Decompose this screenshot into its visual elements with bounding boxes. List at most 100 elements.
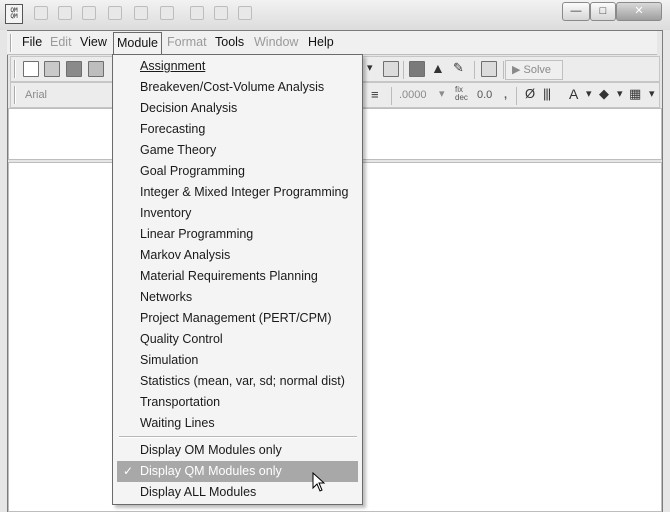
table-icon[interactable] — [409, 61, 425, 77]
menu-tools[interactable]: Tools — [215, 35, 244, 49]
module-item-mrp[interactable]: Material Requirements Planning — [117, 266, 358, 287]
module-item-decision-analysis[interactable]: Decision Analysis — [117, 98, 358, 119]
minimize-button[interactable]: — — [562, 2, 590, 21]
save-icon[interactable] — [66, 61, 82, 77]
solve-label: Solve — [523, 64, 552, 76]
display-option-label: Display ALL Modules — [140, 485, 257, 499]
module-item-transportation[interactable]: Transportation — [117, 392, 358, 413]
grid-icon[interactable] — [383, 61, 399, 77]
menu-separator — [119, 436, 357, 438]
toolbar-separator — [503, 61, 504, 79]
module-item-label: Inventory — [140, 206, 192, 220]
print-icon[interactable] — [88, 61, 104, 77]
toolbar-separator — [403, 61, 404, 79]
mouse-pointer-icon — [312, 472, 326, 492]
align-icon[interactable]: ≡ — [371, 87, 379, 102]
borders-icon[interactable]: ▦ — [629, 86, 641, 102]
solve-button[interactable]: ▶ Solve — [505, 60, 563, 80]
display-option-label: Display OM Modules only — [140, 443, 282, 457]
comma-button[interactable]: , — [504, 89, 507, 101]
module-item-breakeven[interactable]: Breakeven/Cost-Volume Analysis — [117, 77, 358, 98]
toolbar-grip — [14, 86, 16, 104]
module-item-label: Transportation — [140, 395, 221, 409]
module-item-waiting-lines[interactable]: Waiting Lines — [117, 413, 358, 434]
quick-access-icon — [214, 6, 228, 20]
module-item-goal-programming[interactable]: Goal Programming — [117, 161, 358, 182]
maximize-button[interactable]: □ — [590, 2, 616, 21]
module-item-networks[interactable]: Networks — [117, 287, 358, 308]
quick-access-icon — [190, 6, 204, 20]
dropdown-arrow-icon[interactable]: ▾ — [586, 87, 592, 100]
module-item-label: Project Management (PERT/CPM) — [140, 311, 332, 325]
new-file-icon[interactable] — [23, 61, 39, 77]
menu-file[interactable]: File — [22, 35, 42, 49]
maximize-icon: □ — [599, 5, 607, 17]
module-item-inventory[interactable]: Inventory — [117, 203, 358, 224]
quick-access-icon — [34, 6, 48, 20]
menu-view[interactable]: View — [80, 35, 107, 49]
module-item-assignment[interactable]: Assignment — [117, 56, 358, 77]
module-item-label: Waiting Lines — [140, 416, 215, 430]
title-bar: QM QM — □ ✕ — [0, 0, 670, 30]
toolbar-grip — [14, 60, 16, 78]
module-item-label: Material Requirements Planning — [140, 269, 318, 283]
module-item-simulation[interactable]: Simulation — [117, 350, 358, 371]
module-item-label: Breakeven/Cost-Volume Analysis — [140, 80, 325, 94]
font-name-select[interactable]: Arial — [25, 86, 125, 104]
open-folder-icon[interactable] — [44, 61, 60, 77]
dropdown-arrow-icon[interactable]: ▾ — [617, 87, 623, 100]
module-item-label: Networks — [140, 290, 193, 304]
menu-help[interactable]: Help — [308, 35, 334, 49]
menu-module[interactable]: Module — [113, 32, 162, 54]
number-format-select[interactable]: .0000 — [399, 89, 427, 101]
module-item-label: Integer & Mixed Integer Programming — [140, 185, 349, 199]
column-width-icon[interactable]: ||| — [543, 86, 551, 101]
print-icon — [134, 6, 148, 20]
module-item-label: Simulation — [140, 353, 199, 367]
module-item-quality-control[interactable]: Quality Control — [117, 329, 358, 350]
module-item-linear-programming[interactable]: Linear Programming — [117, 224, 358, 245]
module-item-label: Markov Analysis — [140, 248, 231, 262]
dropdown-arrow-icon[interactable]: ▾ — [367, 61, 373, 74]
module-item-label: Decision Analysis — [140, 101, 238, 115]
help-icon[interactable] — [481, 61, 497, 77]
module-item-game-theory[interactable]: Game Theory — [117, 140, 358, 161]
module-item-label: Statistics (mean, var, sd; normal dist) — [140, 374, 345, 388]
fill-color-icon[interactable]: ◆ — [599, 86, 609, 102]
decimal-button[interactable]: 0.0 — [477, 89, 492, 101]
zero-slash-icon[interactable]: Ø — [525, 86, 535, 101]
menubar-grip — [10, 34, 12, 52]
solve-arrow-icon: ▶ — [512, 64, 521, 76]
minimize-icon: — — [570, 5, 582, 17]
qm-app-icon[interactable]: QM QM — [5, 4, 23, 24]
quick-access-icon — [160, 6, 174, 20]
toolbar-separator — [391, 87, 392, 105]
toolbar-separator — [516, 87, 517, 105]
module-item-markov-analysis[interactable]: Markov Analysis — [117, 245, 358, 266]
dropdown-arrow-icon[interactable]: ▾ — [649, 87, 655, 100]
dropdown-arrow-icon[interactable]: ▾ — [439, 87, 445, 100]
fix-dec-button[interactable]: fix dec — [455, 86, 469, 102]
mountain-chart-icon[interactable]: ▲ — [431, 60, 445, 76]
close-icon: ✕ — [634, 5, 644, 17]
module-item-label: Assignment — [140, 59, 206, 73]
module-item-label: Forecasting — [140, 122, 206, 136]
font-color-icon[interactable]: A — [569, 86, 578, 102]
edit-pencil-icon[interactable]: ✎ — [453, 60, 464, 76]
display-om-modules-option[interactable]: Display OM Modules only — [117, 440, 358, 461]
module-item-integer-programming[interactable]: Integer & Mixed Integer Programming — [117, 182, 358, 203]
module-item-label: Game Theory — [140, 143, 217, 157]
quick-access-icon — [108, 6, 122, 20]
module-item-label: Linear Programming — [140, 227, 254, 241]
menu-format[interactable]: Format — [167, 35, 207, 49]
module-item-project-management[interactable]: Project Management (PERT/CPM) — [117, 308, 358, 329]
close-button[interactable]: ✕ — [616, 2, 662, 21]
quick-access-icon — [238, 6, 252, 20]
module-item-forecasting[interactable]: Forecasting — [117, 119, 358, 140]
menu-window[interactable]: Window — [254, 35, 298, 49]
module-item-statistics[interactable]: Statistics (mean, var, sd; normal dist) — [117, 371, 358, 392]
menu-edit[interactable]: Edit — [50, 35, 72, 49]
module-dropdown-menu: Assignment Breakeven/Cost-Volume Analysi… — [112, 54, 363, 505]
checkmark-icon: ✓ — [123, 464, 134, 478]
display-option-label: Display QM Modules only — [140, 464, 282, 478]
